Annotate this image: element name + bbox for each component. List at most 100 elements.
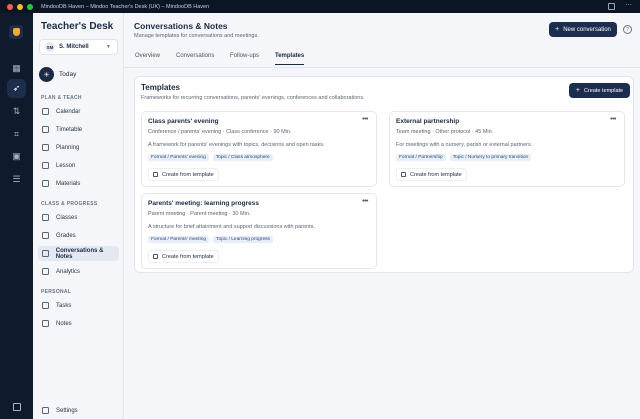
sidebar-item-label: Lesson <box>56 162 76 169</box>
today-button[interactable]: ☀ Today <box>39 67 76 82</box>
templates-title: Templates <box>141 83 180 92</box>
card-title: Class parents' evening <box>148 118 219 125</box>
card-description: For meetings with a nursery, parish or e… <box>396 142 533 148</box>
rocket-icon: ➶ <box>12 83 21 93</box>
sidebar-toggle-icon[interactable] <box>13 403 21 411</box>
icon-rail: ▦ ➶ ⇅ ⌗ ▣ ☰ <box>0 13 33 419</box>
zoom-window-button[interactable] <box>27 3 33 10</box>
sidebar-item-calendar[interactable]: Calendar <box>38 104 119 119</box>
sidebar-item-conversations-notes[interactable]: Conversations & Notes <box>38 246 119 261</box>
card-more-icon[interactable]: ••• <box>610 116 616 123</box>
copy-icon <box>401 172 406 177</box>
sidebar-item-label: Materials <box>56 180 81 187</box>
sidebar-item-label: Tasks <box>56 302 72 309</box>
rail-sync-button[interactable]: ⇅ <box>7 102 26 121</box>
check-icon <box>42 302 49 309</box>
sidebar-item-planning[interactable]: Planning <box>38 140 119 155</box>
pencil-icon <box>42 144 49 151</box>
help-icon[interactable]: ? <box>623 25 632 34</box>
table-icon <box>42 126 49 133</box>
sidebar-item-label: Grades <box>56 232 76 239</box>
rail-launch-button[interactable]: ➶ <box>7 79 26 98</box>
more-icon[interactable]: ⋯ <box>625 2 632 10</box>
create-from-template-button[interactable]: Create from template <box>396 168 467 181</box>
window-title: MindooDB Haven – Mindoo Teacher's Desk (… <box>41 3 210 10</box>
user-name: S. Mitchell <box>59 44 89 50</box>
sidebar-item-notes[interactable]: Notes <box>38 316 119 331</box>
minimize-window-button[interactable] <box>17 3 23 10</box>
rail-dashboard-button[interactable]: ▦ <box>7 59 26 78</box>
sidebar-item-lesson[interactable]: Lesson <box>38 158 119 173</box>
card-meta: Conference / parents' evening · Class co… <box>148 129 292 135</box>
sidebar-item-label: Settings <box>56 407 78 414</box>
page-title: Conversations & Notes <box>134 21 228 31</box>
templates-panel: Templates Frameworks for recurring conve… <box>134 76 634 273</box>
sidebar-item-grades[interactable]: Grades <box>38 228 119 243</box>
card-more-icon[interactable]: ••• <box>362 198 368 205</box>
create-template-label: Create template <box>583 87 624 94</box>
sidebar-item-label: Planning <box>56 144 80 151</box>
window-controls <box>7 3 33 10</box>
sidebar-item-timetable[interactable]: Timetable <box>38 122 119 137</box>
note-icon <box>42 320 49 327</box>
tab-follow-ups[interactable]: Follow-ups <box>230 53 259 64</box>
template-card: Parents' meeting: learning progress Pare… <box>141 193 377 269</box>
chevron-down-icon: ▼ <box>106 44 111 50</box>
sidebar: Teacher's Desk SM S. Mitchell ▼ ☀ Today … <box>33 13 124 419</box>
gear-icon <box>42 407 49 414</box>
page-subtitle: Manage templates for conversations and m… <box>134 33 259 39</box>
sidebar-item-analytics[interactable]: Analytics <box>38 264 119 279</box>
tag: Format / Parents' meeting <box>148 236 210 243</box>
card-meta: Parent meeting · Parent meeting · 30 Min… <box>148 211 251 217</box>
main-content: Conversations & Notes Manage templates f… <box>124 13 640 419</box>
rail-scan-button[interactable]: ⌗ <box>7 125 26 144</box>
sidebar-item-label: Calendar <box>56 108 81 115</box>
tab-conversations[interactable]: Conversations <box>176 53 214 64</box>
create-from-template-button[interactable]: Create from template <box>148 168 219 181</box>
sidebar-item-label: Conversations & Notes <box>55 247 104 260</box>
tab-overview[interactable]: Overview <box>135 53 160 64</box>
close-window-button[interactable] <box>7 3 13 10</box>
new-conversation-button[interactable]: + New conversation <box>549 22 617 37</box>
tag: Format / Parents' evening <box>148 154 209 161</box>
inbox-icon: ▣ <box>12 151 21 161</box>
card-meta: Team meeting · Other protocol · 45 Min. <box>396 129 494 135</box>
grades-icon <box>42 232 49 239</box>
swap-icon: ⇅ <box>12 106 21 116</box>
window-titlebar: MindooDB Haven – Mindoo Teacher's Desk (… <box>0 0 640 13</box>
folder-icon <box>42 180 49 187</box>
scan-icon: ⌗ <box>13 129 20 139</box>
section-plan-teach: PLAN & TEACH <box>41 95 82 101</box>
sun-icon: ☀ <box>39 67 54 82</box>
tag: Topic / Learning progress <box>213 236 273 243</box>
sidebar-item-settings[interactable]: Settings <box>38 403 119 418</box>
sidebar-item-classes[interactable]: Classes <box>38 210 119 225</box>
window-layout-icon[interactable] <box>608 3 615 10</box>
titlebar-actions: ⋯ <box>608 2 632 10</box>
brand-title: Teacher's Desk <box>41 21 114 32</box>
copy-icon <box>153 254 158 259</box>
card-tags: Format / Partnership Topic / Nursery to … <box>396 154 532 161</box>
create-from-template-button[interactable]: Create from template <box>148 250 219 263</box>
rail-filters-button[interactable]: ☰ <box>7 170 26 189</box>
plus-icon: + <box>575 87 580 94</box>
template-card: External partnership Team meeting · Othe… <box>389 111 625 187</box>
avatar: SM <box>45 42 55 52</box>
sidebar-item-materials[interactable]: Materials <box>38 176 119 191</box>
shield-logo-icon <box>12 28 20 36</box>
card-description: A structure for brief attainment and sup… <box>148 224 315 230</box>
create-template-button[interactable]: + Create template <box>569 83 630 98</box>
user-selector[interactable]: SM S. Mitchell ▼ <box>39 39 118 55</box>
card-more-icon[interactable]: ••• <box>362 116 368 123</box>
today-label: Today <box>59 71 77 78</box>
tab-templates[interactable]: Templates <box>275 53 305 65</box>
templates-subtitle: Frameworks for recurring conversations, … <box>141 95 365 101</box>
copy-icon <box>153 172 158 177</box>
card-description: A framework for parents' evenings with t… <box>148 142 325 148</box>
card-tags: Format / Parents' evening Topic / Class … <box>148 154 273 161</box>
create-from-template-label: Create from template <box>410 171 462 178</box>
plus-icon: + <box>555 26 560 33</box>
app-logo <box>9 25 23 39</box>
rail-inbox-button[interactable]: ▣ <box>7 147 26 166</box>
sidebar-item-tasks[interactable]: Tasks <box>38 298 119 313</box>
